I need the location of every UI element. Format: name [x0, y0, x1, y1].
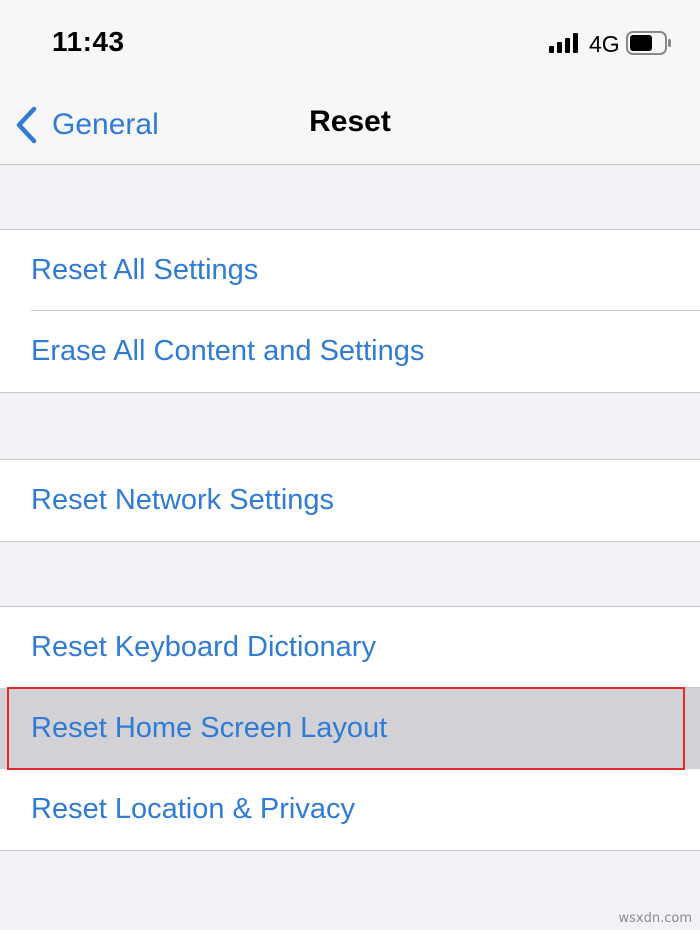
reset-network-settings-label: Reset Network Settings: [31, 484, 335, 516]
page-title: Reset: [309, 105, 391, 138]
settings-group-2: Reset Network Settings: [0, 459, 700, 542]
reset-keyboard-dictionary-label: Reset Keyboard Dictionary: [31, 631, 376, 663]
cellular-signal-icon: [549, 33, 578, 53]
erase-all-content-row[interactable]: Erase All Content and Settings: [0, 311, 700, 392]
reset-network-settings-row[interactable]: Reset Network Settings: [0, 460, 700, 541]
watermark: wsxdn.com: [618, 911, 693, 926]
erase-all-content-label: Erase All Content and Settings: [31, 335, 425, 367]
reset-keyboard-dictionary-row[interactable]: Reset Keyboard Dictionary: [0, 607, 700, 688]
reset-home-screen-layout-row[interactable]: Reset Home Screen Layout: [0, 688, 700, 769]
reset-all-settings-label: Reset All Settings: [31, 254, 259, 286]
navigation-bar: General Reset: [0, 85, 700, 165]
reset-all-settings-row[interactable]: Reset All Settings: [0, 230, 700, 311]
reset-location-privacy-row[interactable]: Reset Location & Privacy: [0, 769, 700, 850]
reset-home-screen-layout-label: Reset Home Screen Layout: [31, 712, 388, 744]
network-type-label: 4G: [589, 31, 620, 57]
battery-icon: [626, 31, 671, 55]
settings-group-3: Reset Keyboard Dictionary Reset Home Scr…: [0, 606, 700, 851]
status-bar: 11:43 4G: [0, 0, 700, 85]
status-time: 11:43: [52, 26, 125, 57]
reset-location-privacy-label: Reset Location & Privacy: [31, 793, 355, 825]
settings-group-1: Reset All Settings Erase All Content and…: [0, 229, 700, 393]
